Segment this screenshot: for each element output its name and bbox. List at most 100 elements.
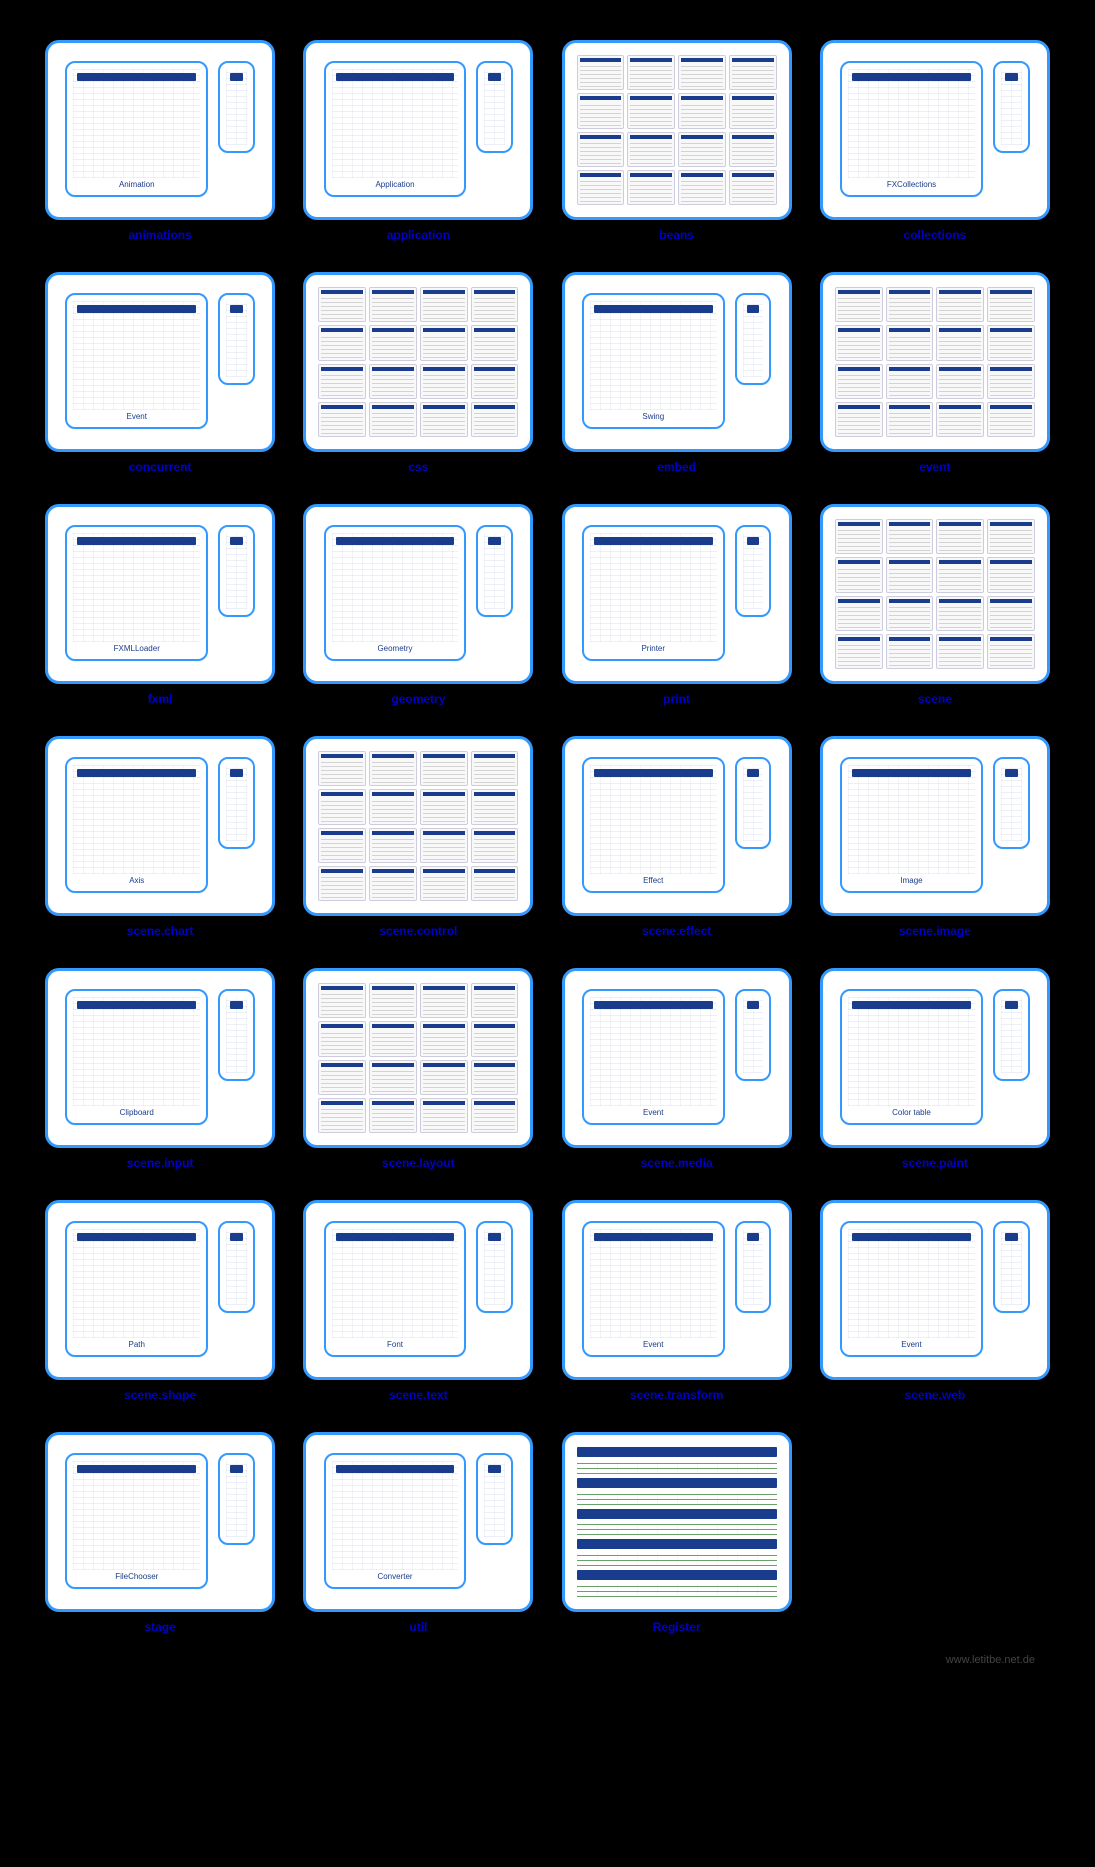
- preview-pane-main[interactable]: Event: [65, 293, 208, 429]
- mini-thumbnail[interactable]: [577, 55, 625, 90]
- package-card[interactable]: Event: [45, 272, 275, 452]
- package-title[interactable]: scene.input: [127, 1156, 194, 1170]
- mini-thumbnail[interactable]: [886, 557, 934, 592]
- package-card[interactable]: [562, 40, 792, 220]
- package-card[interactable]: Axis: [45, 736, 275, 916]
- package-title[interactable]: event: [919, 460, 950, 474]
- mini-thumbnail[interactable]: [936, 287, 984, 322]
- package-card[interactable]: FileChooser: [45, 1432, 275, 1612]
- mini-thumbnail[interactable]: [835, 519, 883, 554]
- package-cell-util[interactable]: Converter util: [298, 1432, 538, 1634]
- mini-thumbnail[interactable]: [835, 596, 883, 631]
- mini-thumbnail[interactable]: [471, 828, 519, 863]
- mini-thumbnail[interactable]: [420, 1021, 468, 1056]
- package-cell-concurrent[interactable]: Event concurrent: [40, 272, 280, 474]
- package-title[interactable]: scene: [918, 692, 952, 706]
- mini-thumbnail[interactable]: [678, 55, 726, 90]
- package-title[interactable]: concurrent: [129, 460, 192, 474]
- package-title[interactable]: scene.image: [899, 924, 971, 938]
- preview-pane-side[interactable]: [218, 525, 255, 617]
- preview-pane-main[interactable]: FXCollections: [840, 61, 983, 197]
- preview-pane-side[interactable]: [218, 757, 255, 849]
- preview-pane-side[interactable]: [735, 1221, 772, 1313]
- package-card[interactable]: Event: [562, 1200, 792, 1380]
- mini-thumbnail[interactable]: [886, 402, 934, 437]
- mini-thumbnail[interactable]: [627, 93, 675, 128]
- package-card[interactable]: FXCollections: [820, 40, 1050, 220]
- mini-thumbnail[interactable]: [471, 789, 519, 824]
- mini-thumbnail[interactable]: [729, 170, 777, 205]
- mini-thumbnail[interactable]: [420, 789, 468, 824]
- mini-thumbnail[interactable]: [369, 1060, 417, 1095]
- mini-thumbnail[interactable]: [369, 1021, 417, 1056]
- mini-thumbnail[interactable]: [369, 325, 417, 360]
- preview-pane-side[interactable]: [993, 757, 1030, 849]
- package-cell-geometry[interactable]: Geometry geometry: [298, 504, 538, 706]
- preview-pane-side[interactable]: [735, 989, 772, 1081]
- package-title[interactable]: fxml: [148, 692, 173, 706]
- mini-thumbnail[interactable]: [420, 325, 468, 360]
- package-card[interactable]: Effect: [562, 736, 792, 916]
- package-cell-scene-control[interactable]: scene.control: [298, 736, 538, 938]
- mini-thumbnail[interactable]: [835, 402, 883, 437]
- package-title[interactable]: collections: [904, 228, 967, 242]
- package-cell-print[interactable]: Printer print: [557, 504, 797, 706]
- package-card[interactable]: Converter: [303, 1432, 533, 1612]
- preview-pane-main[interactable]: Path: [65, 1221, 208, 1357]
- preview-pane-side[interactable]: [476, 525, 513, 617]
- package-cell-animations[interactable]: Animation animations: [40, 40, 280, 242]
- mini-thumbnail[interactable]: [987, 596, 1035, 631]
- package-cell-scene-image[interactable]: Image scene.image: [815, 736, 1055, 938]
- package-title[interactable]: css: [408, 460, 428, 474]
- mini-thumbnail[interactable]: [678, 93, 726, 128]
- package-title[interactable]: application: [387, 228, 450, 242]
- mini-thumbnail[interactable]: [369, 866, 417, 901]
- preview-pane-side[interactable]: [735, 293, 772, 385]
- mini-thumbnail[interactable]: [318, 287, 366, 322]
- mini-thumbnail[interactable]: [987, 325, 1035, 360]
- package-title[interactable]: scene.media: [641, 1156, 713, 1170]
- mini-thumbnail[interactable]: [936, 557, 984, 592]
- package-title[interactable]: print: [663, 692, 690, 706]
- preview-pane-main[interactable]: Printer: [582, 525, 725, 661]
- mini-thumbnail[interactable]: [318, 983, 366, 1018]
- mini-thumbnail[interactable]: [835, 364, 883, 399]
- mini-thumbnail[interactable]: [835, 287, 883, 322]
- package-title[interactable]: scene.effect: [642, 924, 711, 938]
- mini-thumbnail[interactable]: [369, 1098, 417, 1133]
- mini-thumbnail[interactable]: [835, 557, 883, 592]
- package-title[interactable]: scene.control: [379, 924, 457, 938]
- package-title[interactable]: scene.transform: [630, 1388, 723, 1402]
- package-card[interactable]: [303, 272, 533, 452]
- mini-thumbnail[interactable]: [936, 519, 984, 554]
- mini-thumbnail[interactable]: [420, 364, 468, 399]
- package-cell-collections[interactable]: FXCollections collections: [815, 40, 1055, 242]
- package-cell-scene-media[interactable]: Event scene.media: [557, 968, 797, 1170]
- mini-thumbnail[interactable]: [318, 1021, 366, 1056]
- package-cell-scene-shape[interactable]: Path scene.shape: [40, 1200, 280, 1402]
- mini-thumbnail[interactable]: [318, 751, 366, 786]
- package-cell-beans[interactable]: beans: [557, 40, 797, 242]
- package-card[interactable]: [303, 736, 533, 916]
- mini-thumbnail[interactable]: [627, 55, 675, 90]
- preview-pane-side[interactable]: [735, 757, 772, 849]
- package-card[interactable]: Application: [303, 40, 533, 220]
- mini-thumbnail[interactable]: [729, 93, 777, 128]
- preview-pane-main[interactable]: Converter: [324, 1453, 467, 1589]
- mini-thumbnail[interactable]: [471, 1098, 519, 1133]
- package-cell-scene-transform[interactable]: Event scene.transform: [557, 1200, 797, 1402]
- package-card[interactable]: Event: [562, 968, 792, 1148]
- package-cell-scene-text[interactable]: Font scene.text: [298, 1200, 538, 1402]
- package-card[interactable]: Color table: [820, 968, 1050, 1148]
- preview-pane-main[interactable]: Geometry: [324, 525, 467, 661]
- mini-thumbnail[interactable]: [729, 55, 777, 90]
- preview-pane-main[interactable]: Animation: [65, 61, 208, 197]
- package-card[interactable]: Font: [303, 1200, 533, 1380]
- package-title[interactable]: stage: [144, 1620, 175, 1634]
- mini-thumbnail[interactable]: [369, 402, 417, 437]
- mini-thumbnail[interactable]: [678, 132, 726, 167]
- mini-thumbnail[interactable]: [318, 1060, 366, 1095]
- package-card[interactable]: [303, 968, 533, 1148]
- mini-thumbnail[interactable]: [369, 828, 417, 863]
- package-title[interactable]: embed: [657, 460, 696, 474]
